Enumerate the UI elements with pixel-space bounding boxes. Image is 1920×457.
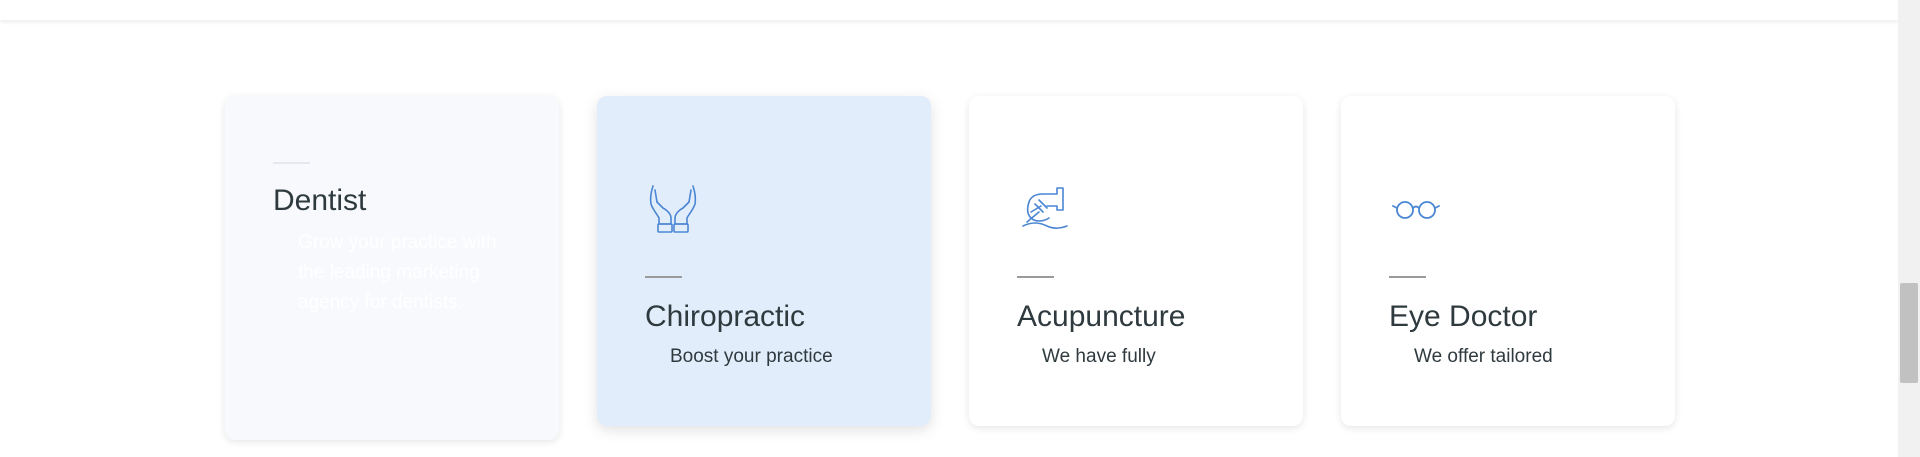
card-divider <box>1389 276 1426 278</box>
card-divider <box>1017 276 1054 278</box>
service-card-acupuncture[interactable]: Acupuncture We have fully <box>969 96 1303 426</box>
card-title: Chiropractic <box>645 300 806 333</box>
card-title: Eye Doctor <box>1389 300 1538 333</box>
glasses-icon <box>1392 201 1440 219</box>
card-description: Grow your practice with the leading mark… <box>298 232 497 313</box>
acupuncture-needle-icon <box>1022 187 1068 230</box>
card-divider <box>645 276 682 278</box>
service-card-dentist[interactable]: Dentist Grow your practice with the lead… <box>225 96 559 440</box>
card-description: Boost your practice <box>670 346 833 367</box>
card-title: Acupuncture <box>1017 300 1186 333</box>
top-header-bar <box>0 0 1898 20</box>
scrollbar-thumb[interactable] <box>1900 283 1918 383</box>
card-title: Dentist <box>273 184 367 217</box>
hands-icon <box>649 185 697 233</box>
service-card-chiropractic[interactable]: Chiropractic Boost your practice <box>597 96 931 426</box>
card-description: We have fully <box>1042 346 1156 367</box>
service-card-eye-doctor[interactable]: Eye Doctor We offer tailored <box>1341 96 1675 426</box>
vertical-scrollbar[interactable] <box>1898 0 1920 457</box>
card-divider <box>273 162 310 164</box>
card-description: We offer tailored <box>1414 346 1553 367</box>
